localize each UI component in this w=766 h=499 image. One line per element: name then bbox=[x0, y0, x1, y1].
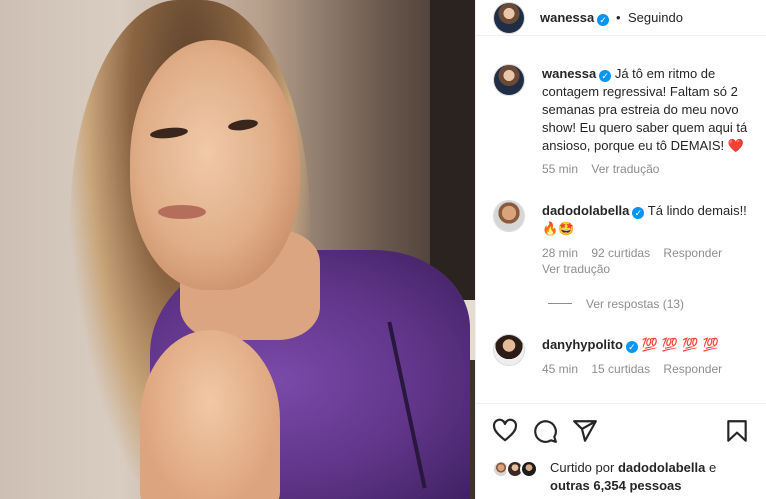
comment-icon[interactable] bbox=[532, 418, 558, 444]
comment-avatar[interactable] bbox=[493, 334, 525, 366]
comment-time: 28 min bbox=[542, 246, 579, 260]
likes-summary[interactable]: Curtido por dadodolabella e outras 6,354… bbox=[550, 459, 760, 495]
likes-prefix: Curtido por bbox=[550, 460, 615, 475]
author-avatar[interactable] bbox=[493, 2, 525, 34]
view-replies-button[interactable]: Ver respostas (13) bbox=[586, 297, 684, 311]
likes-others-link[interactable]: outras 6,354 pessoas bbox=[550, 478, 682, 493]
photo-arm bbox=[140, 330, 280, 499]
liker-avatar[interactable] bbox=[520, 460, 538, 478]
comment-likes[interactable]: 15 curtidas bbox=[591, 362, 650, 376]
comment-translate-link[interactable]: Ver tradução bbox=[542, 262, 610, 276]
post-actions bbox=[476, 403, 766, 458]
bookmark-icon[interactable] bbox=[724, 418, 750, 444]
replies-divider bbox=[548, 303, 572, 304]
likes-suffix: e bbox=[708, 460, 717, 475]
post-image[interactable] bbox=[0, 0, 475, 499]
comment-meta: 28 min 92 curtidas Responder bbox=[542, 246, 732, 260]
verified-badge-icon: ✓ bbox=[597, 14, 610, 26]
caption-translate-link[interactable]: Ver tradução bbox=[591, 162, 659, 176]
heart-emoji-icon: ❤️ bbox=[727, 139, 744, 154]
fire-star-emoji-icon: 🔥🤩 bbox=[542, 222, 575, 237]
verified-badge-icon: ✓ bbox=[599, 70, 612, 82]
share-icon[interactable] bbox=[572, 418, 598, 444]
caption-meta: 55 min Ver tradução bbox=[542, 162, 669, 176]
caption-username[interactable]: wanessa bbox=[542, 66, 596, 81]
following-button[interactable]: Seguindo bbox=[628, 10, 683, 25]
hundred-emoji-icon: 💯 💯 💯 💯 bbox=[641, 338, 719, 353]
comment-text: dadodolabella ✓ Tá lindo demais!! 🔥🤩 bbox=[542, 202, 762, 239]
caption-time: 55 min bbox=[542, 162, 579, 176]
post-header: wanessa ✓ • Seguindo bbox=[476, 0, 766, 36]
likes-user-link[interactable]: dadodolabella bbox=[618, 460, 705, 475]
comment-body: Tá lindo demais!! bbox=[647, 203, 747, 218]
verified-badge-icon: ✓ bbox=[632, 207, 645, 219]
comment-likes[interactable]: 92 curtidas bbox=[591, 246, 650, 260]
comment-time: 45 min bbox=[542, 362, 579, 376]
post-side-panel: wanessa ✓ • Seguindo wanessa ✓ Já tô em ri… bbox=[475, 0, 766, 499]
comment-meta: 45 min 15 curtidas Responder bbox=[542, 362, 732, 376]
photo-lips bbox=[158, 205, 206, 219]
comment-avatar[interactable] bbox=[493, 200, 525, 232]
caption-avatar[interactable] bbox=[493, 64, 525, 96]
reply-button[interactable]: Responder bbox=[663, 362, 722, 376]
reply-button[interactable]: Responder bbox=[663, 246, 722, 260]
comment-text: danyhypolito ✓ 💯 💯 💯 💯 bbox=[542, 336, 762, 355]
caption-text: wanessa ✓ Já tô em ritmo de contagem regr… bbox=[542, 65, 762, 156]
comment-username[interactable]: dadodolabella bbox=[542, 203, 629, 218]
heart-icon[interactable] bbox=[492, 418, 518, 444]
author-username[interactable]: wanessa ✓ bbox=[540, 10, 610, 26]
comment-username[interactable]: danyhypolito bbox=[542, 337, 623, 352]
header-separator: • bbox=[616, 10, 621, 25]
verified-badge-icon: ✓ bbox=[625, 341, 638, 353]
